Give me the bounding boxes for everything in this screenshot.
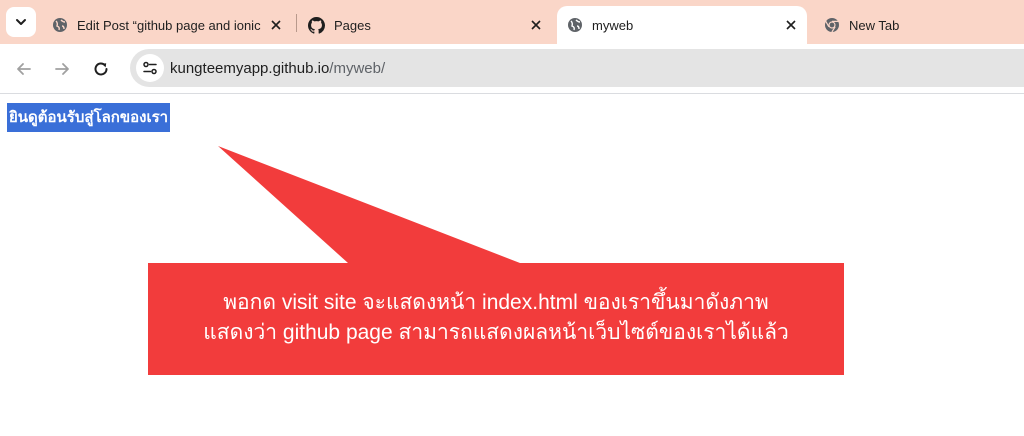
close-icon[interactable] bbox=[528, 17, 544, 33]
callout-line-1: พอกด visit site จะแสดงหน้า index.html ขอ… bbox=[223, 291, 769, 314]
callout-line-2: แสดงว่า github page สามารถแสดงผลหน้าเว็บ… bbox=[203, 321, 789, 344]
page-content: ยินดูต้อนรับสู่โลกของเรา พอกด visit site… bbox=[0, 94, 1024, 436]
tab-edit-post[interactable]: Edit Post “github page and ionic bbox=[42, 6, 292, 44]
browser-toolbar: kungteemyapp.github.io/myweb/ bbox=[0, 44, 1024, 94]
url-text[interactable]: kungteemyapp.github.io/myweb/ bbox=[170, 60, 385, 77]
close-icon[interactable] bbox=[783, 17, 799, 33]
close-icon[interactable] bbox=[268, 17, 284, 33]
arrow-right-icon bbox=[55, 63, 69, 75]
reload-button[interactable] bbox=[88, 56, 114, 82]
tab-title: Edit Post “github page and ionic bbox=[77, 17, 261, 33]
globe-icon bbox=[53, 18, 67, 32]
url-path: /myweb/ bbox=[329, 60, 386, 77]
tab-strip: Edit Post “github page and ionic Pages m… bbox=[0, 0, 1024, 44]
site-info-button[interactable] bbox=[136, 54, 164, 82]
address-bar[interactable]: kungteemyapp.github.io/myweb/ bbox=[130, 49, 1024, 87]
tab-myweb[interactable]: myweb bbox=[557, 6, 807, 44]
tab-title: myweb bbox=[592, 17, 634, 33]
chevron-down-icon bbox=[16, 19, 26, 25]
chrome-icon bbox=[825, 18, 839, 33]
globe-icon bbox=[568, 18, 582, 32]
tab-title: Pages bbox=[334, 17, 371, 33]
arrow-left-icon bbox=[17, 63, 31, 75]
tune-icon bbox=[143, 61, 157, 75]
reload-icon bbox=[94, 62, 108, 76]
url-host: kungteemyapp.github.io bbox=[170, 60, 330, 77]
callout-text: พอกด visit site จะแสดงหน้า index.html ขอ… bbox=[148, 288, 844, 348]
tab-pages[interactable]: Pages bbox=[298, 6, 552, 44]
tab-search-button[interactable] bbox=[6, 7, 36, 37]
github-icon bbox=[308, 16, 325, 34]
tab-title: New Tab bbox=[849, 17, 900, 33]
tab-separator bbox=[296, 14, 297, 32]
forward-button[interactable] bbox=[49, 56, 75, 82]
tab-new-tab[interactable]: New Tab bbox=[814, 6, 1014, 44]
back-button[interactable] bbox=[11, 56, 37, 82]
callout-shape bbox=[148, 146, 844, 375]
